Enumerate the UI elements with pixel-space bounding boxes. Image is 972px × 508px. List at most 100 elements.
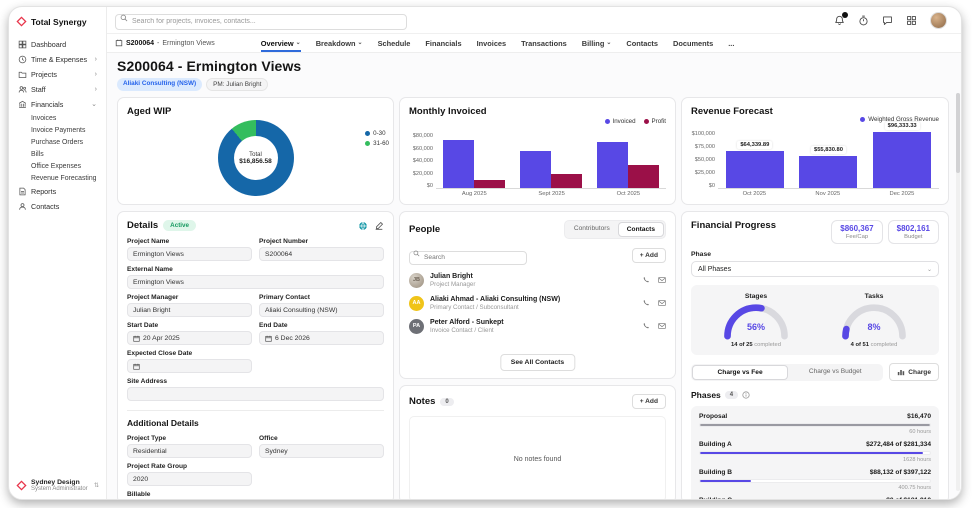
charge-button[interactable]: Charge (889, 363, 939, 381)
tabs: Overview ⌄ Breakdown ⌄ Schedule Financials Inv… (260, 34, 734, 52)
breadcrumb[interactable]: S200064 - Ermington Views (115, 39, 215, 47)
notification-badge (842, 11, 848, 18)
field-input[interactable] (127, 359, 252, 373)
sidebar-subitem-bills[interactable]: Bills (16, 148, 99, 160)
add-note-button[interactable]: + Add (631, 394, 666, 409)
add-person-button[interactable]: + Add (631, 247, 666, 263)
bar-group: $64,339.89 (725, 140, 784, 188)
tab-billing[interactable]: Billing ⌄ (582, 34, 612, 52)
field-label: Project Type (127, 435, 167, 442)
main-area: S200064 - Ermington Views Overview⌄ Break… (107, 7, 961, 499)
scrollbar[interactable] (956, 93, 960, 491)
timer-icon[interactable] (858, 15, 869, 26)
field-project-rate-group: Project Rate Group 2020 (127, 463, 252, 486)
info-icon[interactable] (742, 391, 750, 399)
field-label: Expected Close Date (127, 350, 193, 357)
field-input[interactable]: 2020 (127, 472, 252, 486)
sidebar-subitem-purchase-orders[interactable]: Purchase Orders (16, 136, 99, 148)
field-input[interactable]: Aliaki Consulting (NSW) (259, 303, 384, 317)
column-1: Aged WIP Total $16,856.58 0-30 31-60 Det… (117, 97, 394, 499)
search-icon (120, 14, 128, 22)
sidebar-item-financials[interactable]: Financials ⌄ (16, 97, 99, 112)
financial-stat-chips: $860,367 Fee/Cap $802,161 Budget (831, 220, 939, 244)
phone-icon[interactable] (642, 299, 650, 307)
field-input[interactable]: S200064 (259, 247, 384, 261)
notifications-bell-icon[interactable] (834, 11, 848, 26)
sidebar-item-staff[interactable]: Staff › (16, 82, 99, 97)
tab-more[interactable]: ... (728, 34, 734, 52)
sidebar-item-time-expenses[interactable]: Time & Expenses › (16, 52, 99, 67)
phase-name: Building A (699, 441, 732, 448)
details-title: Details (127, 220, 159, 231)
bar-value-label: $55,830.80 (810, 145, 846, 154)
tab-schedule[interactable]: Schedule (378, 34, 411, 52)
see-all-contacts-button[interactable]: See All Contacts (499, 354, 576, 371)
chat-icon[interactable] (882, 15, 893, 26)
person-row[interactable]: JB Julian Bright Project Manager (409, 272, 666, 288)
sidebar-item-projects[interactable]: Projects › (16, 67, 99, 82)
sync-globe-icon[interactable] (358, 221, 368, 231)
field-office: Office Sydney (259, 435, 384, 458)
aged-wip-legend: 0-30 31-60 (365, 130, 389, 147)
status-badge: Active (163, 220, 197, 231)
mail-icon[interactable] (658, 276, 666, 284)
sidebar-item-label: Projects (31, 70, 57, 79)
column-2: Monthly Invoiced Invoiced Profit $80,000 $… (399, 97, 676, 499)
charge-toggle: Charge vs Fee Charge vs Budget (691, 363, 884, 381)
field-input[interactable]: Ermington Views (127, 275, 384, 289)
field-input[interactable] (127, 387, 384, 401)
client-badge[interactable]: Aliaki Consulting (NSW) (117, 78, 203, 91)
person-row[interactable]: AA Aliaki Ahmad - Aliaki Consulting (NSW)… (409, 295, 666, 311)
phase-hours: 60 hours (909, 429, 931, 435)
person-row[interactable]: PA Peter Alford - Sunkept Invoice Contact … (409, 318, 666, 334)
sidebar-subitem-invoice-payments[interactable]: Invoice Payments (16, 124, 99, 136)
sidebar-item-label: Dashboard (31, 40, 67, 49)
mail-icon[interactable] (658, 322, 666, 330)
phone-icon[interactable] (642, 276, 650, 284)
project-icon (115, 39, 123, 47)
toggle-charge-vs-budget[interactable]: Charge vs Budget (788, 365, 882, 380)
sidebar-footer[interactable]: Sydney Design System Administrator ⇅ (16, 473, 99, 492)
tab-transactions[interactable]: Transactions (521, 34, 567, 52)
clock-icon (18, 55, 27, 64)
bar-value-label: $96,333.33 (884, 122, 920, 131)
sidebar-subitem-invoices[interactable]: Invoices (16, 112, 99, 124)
sidebar-item-dashboard[interactable]: Dashboard (16, 37, 99, 52)
tab-documents[interactable]: Documents (673, 34, 713, 52)
sidebar-item-contacts[interactable]: Contacts (16, 199, 99, 214)
phase-amount: $0 of $181,910 (886, 497, 931, 499)
edit-icon[interactable] (374, 221, 384, 231)
field-input[interactable]: Residential (127, 444, 252, 458)
field-input[interactable]: Ermington Views (127, 247, 252, 261)
field-input[interactable]: Sydney (259, 444, 384, 458)
people-toggle-contacts[interactable]: Contacts (617, 222, 664, 237)
sidebar-subitem-office-expenses[interactable]: Office Expenses (16, 160, 99, 172)
field-label: Primary Contact (259, 294, 310, 301)
field-input[interactable]: 20 Apr 2025 (127, 331, 252, 345)
calendar-icon (265, 335, 272, 342)
toggle-charge-vs-fee[interactable]: Charge vs Fee (692, 364, 789, 380)
people-toggle-contributors[interactable]: Contributors (566, 222, 618, 237)
user-avatar[interactable] (930, 11, 947, 29)
notes-count-badge: 0 (440, 397, 454, 406)
field-input[interactable]: 6 Dec 2026 (259, 331, 384, 345)
apps-grid-icon[interactable] (906, 15, 917, 26)
tab-invoices[interactable]: Invoices (477, 34, 507, 52)
x-tick: Oct 2025 (616, 191, 641, 197)
bar-profit (474, 179, 506, 188)
field-input[interactable]: Julian Bright (127, 303, 252, 317)
people-search-input[interactable] (409, 250, 527, 265)
sidebar-subitem-revenue-forecasting[interactable]: Revenue Forecasting (16, 172, 99, 184)
tab-contacts[interactable]: Contacts (626, 34, 658, 52)
notes-empty-state: No notes found (409, 416, 666, 499)
dashboard-icon (18, 40, 27, 49)
tab-financials[interactable]: Financials (425, 34, 461, 52)
tab-breakdown[interactable]: Breakdown ⌄ (316, 34, 363, 52)
phase-select[interactable]: All Phases ⌄ (691, 261, 939, 277)
breadcrumb-sep: - (157, 39, 160, 47)
search-input[interactable] (115, 13, 407, 30)
sidebar-item-reports[interactable]: Reports (16, 184, 99, 199)
mail-icon[interactable] (658, 299, 666, 307)
phone-icon[interactable] (642, 322, 650, 330)
tab-overview[interactable]: Overview ⌄ (260, 34, 301, 52)
